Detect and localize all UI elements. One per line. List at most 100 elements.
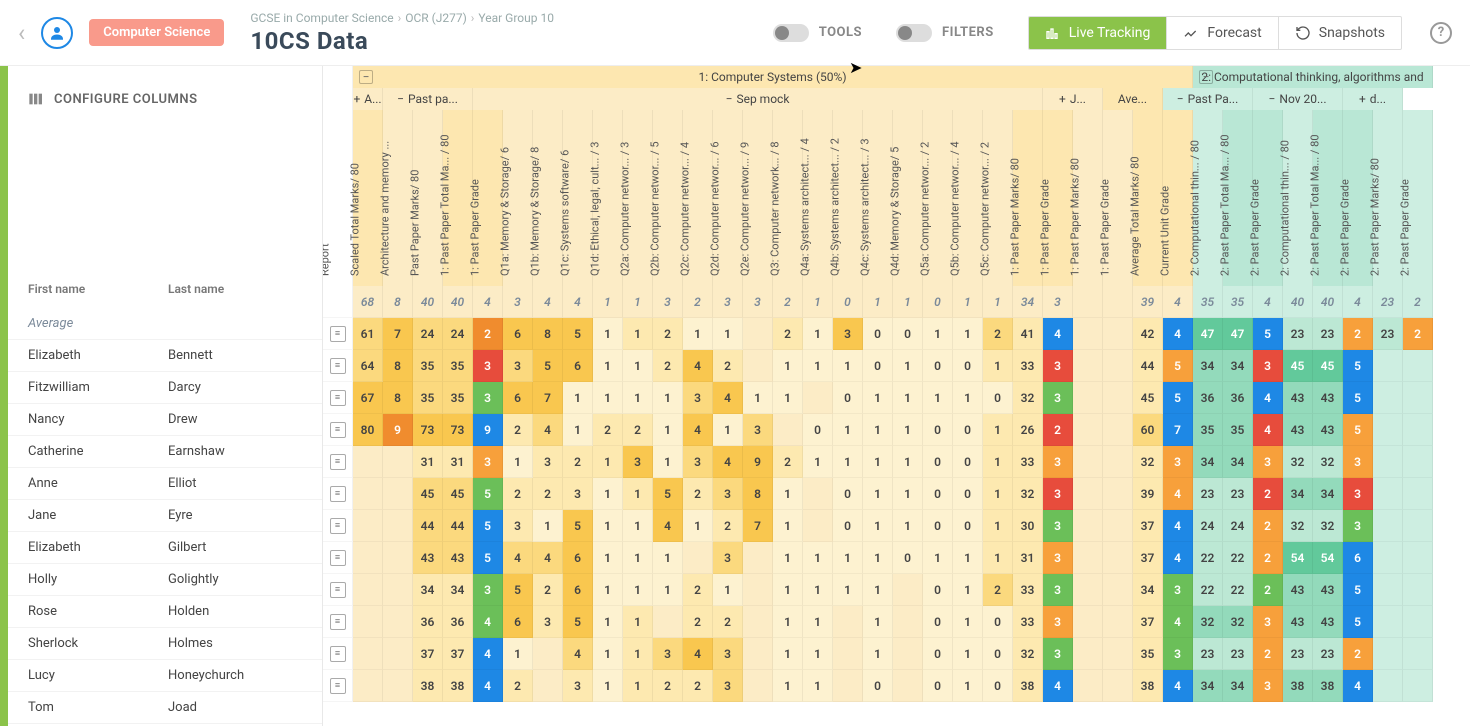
data-cell[interactable]: 0 — [863, 350, 893, 382]
data-cell[interactable]: 1 — [623, 478, 653, 510]
student-row[interactable]: AnneElliot — [8, 468, 322, 500]
data-cell[interactable] — [1073, 414, 1103, 446]
data-cell[interactable] — [1073, 286, 1103, 318]
data-cell[interactable]: 7 — [383, 318, 413, 350]
data-cell[interactable]: 1 — [923, 542, 953, 574]
data-cell[interactable]: 1 — [863, 574, 893, 606]
data-cell[interactable]: 2 — [683, 478, 713, 510]
data-cell[interactable]: 22 — [1223, 574, 1253, 606]
data-cell[interactable] — [1403, 542, 1433, 574]
data-cell[interactable]: 40 — [1283, 286, 1313, 318]
data-cell[interactable]: 0 — [953, 414, 983, 446]
data-cell[interactable]: 23 — [1313, 638, 1343, 670]
data-cell[interactable]: 1 — [863, 478, 893, 510]
data-cell[interactable]: 3 — [683, 382, 713, 414]
data-cell[interactable]: 45 — [443, 478, 473, 510]
data-cell[interactable]: 3 — [1043, 542, 1073, 574]
data-cell[interactable]: 1 — [773, 478, 803, 510]
data-cell[interactable]: 1 — [683, 318, 713, 350]
data-cell[interactable]: 7 — [743, 510, 773, 542]
data-cell[interactable]: 0 — [923, 606, 953, 638]
data-cell[interactable]: 4 — [1253, 414, 1283, 446]
data-cell[interactable] — [1403, 350, 1433, 382]
report-icon[interactable]: ≡ — [323, 382, 353, 414]
data-cell[interactable]: 1 — [623, 606, 653, 638]
data-cell[interactable]: 43 — [1283, 574, 1313, 606]
data-cell[interactable]: 41 — [1013, 318, 1043, 350]
data-cell[interactable]: 33 — [1013, 606, 1043, 638]
data-cell[interactable]: 0 — [983, 382, 1013, 414]
data-cell[interactable]: 4 — [653, 510, 683, 542]
data-cell[interactable]: 1 — [593, 286, 623, 318]
data-cell[interactable] — [353, 670, 383, 702]
data-cell[interactable]: 2 — [1343, 638, 1373, 670]
report-icon[interactable]: ≡ — [323, 478, 353, 510]
data-cell[interactable]: 39 — [1133, 478, 1163, 510]
data-cell[interactable] — [1103, 478, 1133, 510]
report-icon[interactable]: ≡ — [323, 350, 353, 382]
data-cell[interactable] — [1373, 510, 1403, 542]
data-cell[interactable]: 35 — [443, 382, 473, 414]
data-cell[interactable]: 24 — [1223, 510, 1253, 542]
data-cell[interactable]: 34 — [443, 574, 473, 606]
data-cell[interactable]: 1 — [953, 286, 983, 318]
data-cell[interactable] — [1403, 510, 1433, 542]
data-cell[interactable]: 32 — [1013, 478, 1043, 510]
data-cell[interactable]: 2 — [1403, 318, 1433, 350]
data-cell[interactable] — [1073, 542, 1103, 574]
data-cell[interactable] — [743, 606, 773, 638]
subgroup[interactable]: Ave... — [1103, 88, 1163, 110]
data-cell[interactable]: 1 — [863, 510, 893, 542]
data-cell[interactable]: 4 — [563, 638, 593, 670]
data-cell[interactable] — [353, 638, 383, 670]
report-icon[interactable]: ≡ — [323, 446, 353, 478]
data-cell[interactable]: 44 — [413, 510, 443, 542]
data-cell[interactable]: 34 — [1193, 670, 1223, 702]
data-cell[interactable]: 1 — [713, 414, 743, 446]
data-cell[interactable]: 73 — [443, 414, 473, 446]
seg-forecast[interactable]: Forecast — [1166, 17, 1277, 49]
data-cell[interactable]: 1 — [983, 350, 1013, 382]
data-cell[interactable]: 32 — [1013, 382, 1043, 414]
data-cell[interactable]: 7 — [1163, 414, 1193, 446]
data-cell[interactable] — [383, 446, 413, 478]
data-cell[interactable]: 33 — [1013, 446, 1043, 478]
data-cell[interactable] — [383, 670, 413, 702]
data-cell[interactable]: 1 — [533, 510, 563, 542]
data-cell[interactable] — [1073, 670, 1103, 702]
data-cell[interactable]: 0 — [923, 446, 953, 478]
data-cell[interactable] — [533, 670, 563, 702]
data-cell[interactable]: 3 — [623, 446, 653, 478]
data-cell[interactable]: 3 — [743, 286, 773, 318]
data-cell[interactable]: 43 — [1283, 606, 1313, 638]
data-cell[interactable]: 37 — [1133, 606, 1163, 638]
data-cell[interactable]: 3 — [1043, 446, 1073, 478]
data-cell[interactable]: 1 — [593, 318, 623, 350]
data-cell[interactable]: 31 — [1013, 542, 1043, 574]
data-cell[interactable] — [1403, 478, 1433, 510]
data-cell[interactable]: 3 — [1343, 446, 1373, 478]
unit2-group[interactable]: −2: Computational thinking, algorithms a… — [1193, 66, 1433, 88]
data-cell[interactable]: 2 — [653, 670, 683, 702]
data-cell[interactable]: 1 — [653, 542, 683, 574]
data-cell[interactable]: 4 — [473, 286, 503, 318]
data-cell[interactable] — [893, 670, 923, 702]
data-cell[interactable] — [1103, 510, 1133, 542]
data-cell[interactable]: 32 — [1313, 446, 1343, 478]
report-icon[interactable]: ≡ — [323, 670, 353, 702]
data-cell[interactable] — [383, 478, 413, 510]
data-cell[interactable] — [1073, 382, 1103, 414]
data-cell[interactable]: 1 — [593, 638, 623, 670]
data-cell[interactable]: 1 — [893, 286, 923, 318]
data-cell[interactable]: 3 — [713, 478, 743, 510]
data-cell[interactable]: 23 — [1283, 318, 1313, 350]
data-cell[interactable]: 4 — [533, 542, 563, 574]
data-cell[interactable]: 23 — [1193, 478, 1223, 510]
data-cell[interactable]: 1 — [983, 286, 1013, 318]
data-cell[interactable]: 2 — [683, 670, 713, 702]
data-cell[interactable]: 3 — [1043, 382, 1073, 414]
data-cell[interactable]: 4 — [503, 542, 533, 574]
data-cell[interactable]: 2 — [503, 414, 533, 446]
subgroup[interactable]: −Sep mock — [473, 88, 1043, 110]
data-cell[interactable]: 54 — [1283, 542, 1313, 574]
